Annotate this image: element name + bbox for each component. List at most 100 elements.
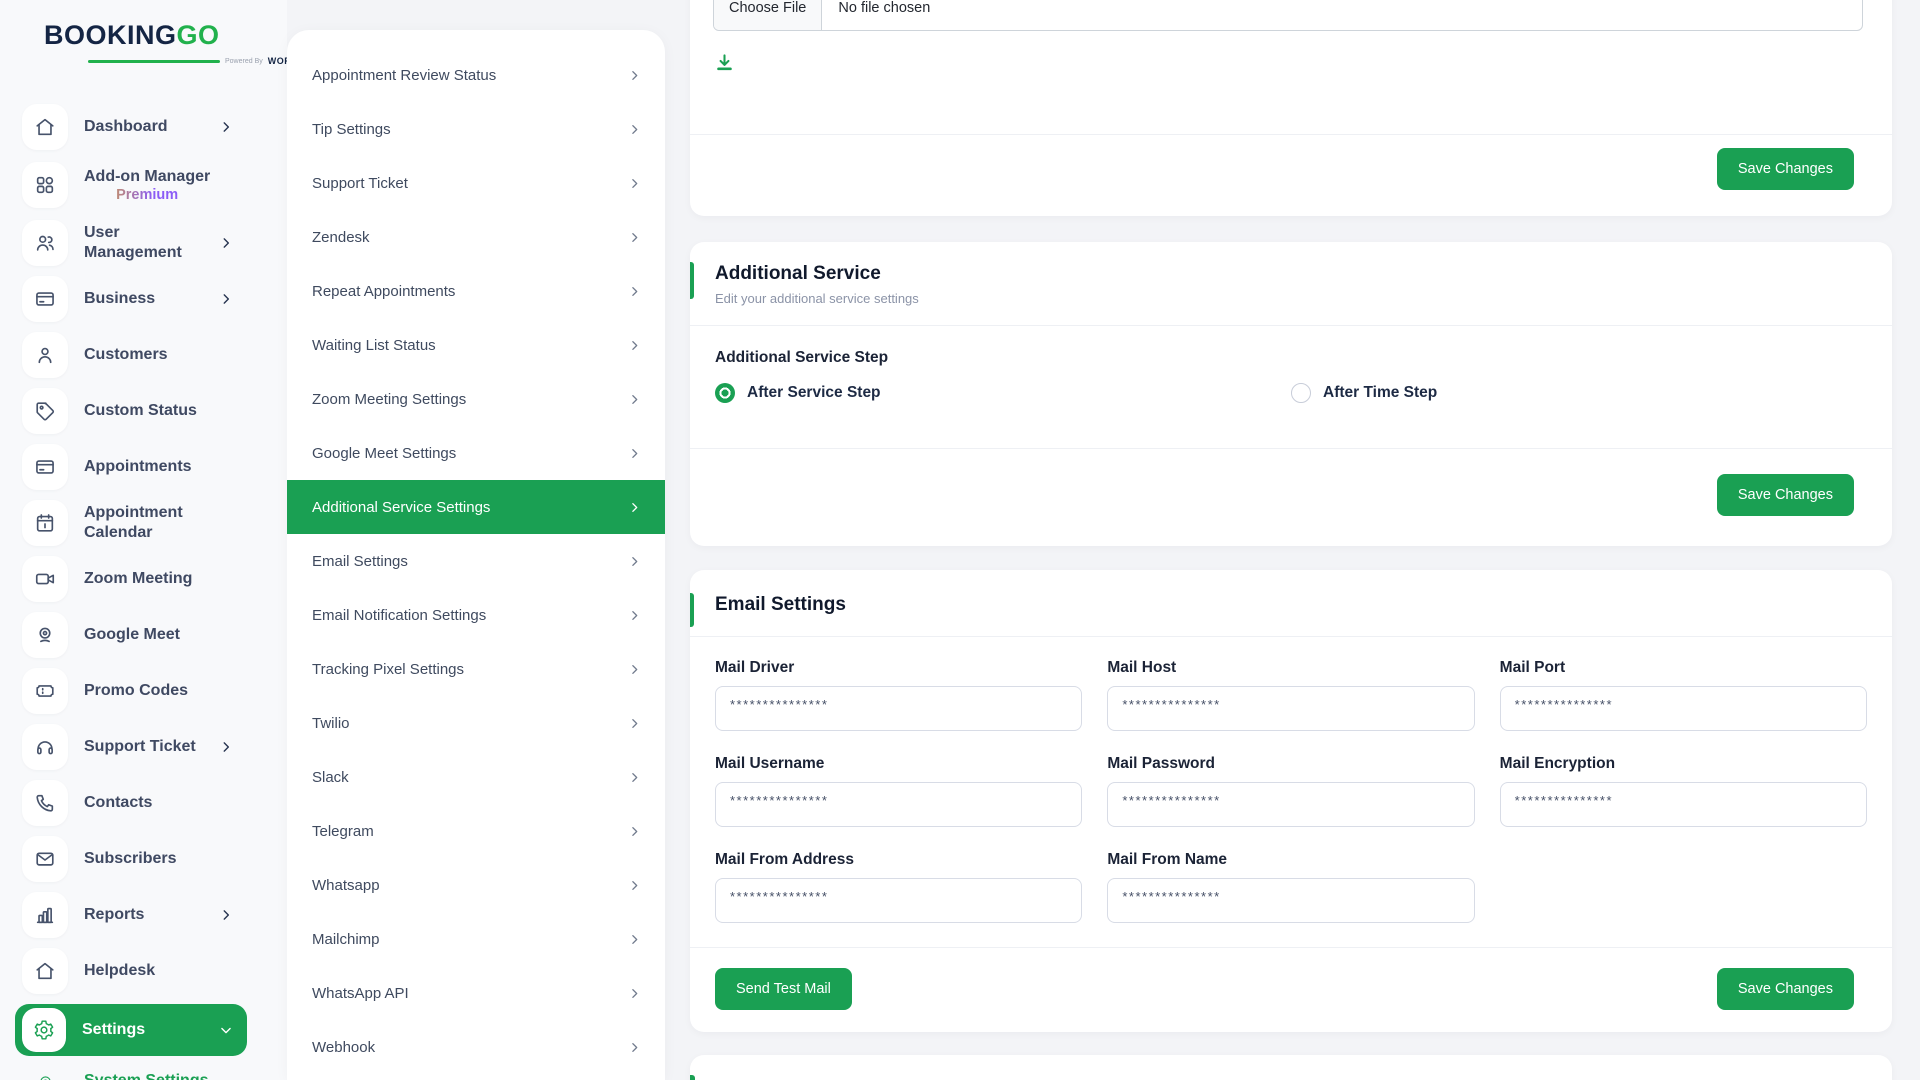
additional-service-body: Additional Service Step After Service St… bbox=[690, 326, 1892, 449]
submenu-item-twilio[interactable]: Twilio bbox=[287, 696, 665, 750]
save-changes-button[interactable]: Save Changes bbox=[1717, 968, 1854, 1010]
submenu-item-repeat-appointments[interactable]: Repeat Appointments bbox=[287, 264, 665, 318]
sidebar-item-label: Add-on Manager bbox=[84, 167, 210, 187]
submenu-item-whatsapp-api[interactable]: WhatsApp API bbox=[287, 966, 665, 1020]
mail-host-input[interactable] bbox=[1107, 686, 1474, 731]
mail-port-input[interactable] bbox=[1500, 686, 1867, 731]
brand-accent: GO bbox=[177, 20, 220, 50]
sidebar-item-system-settings[interactable]: System Settings bbox=[15, 1066, 247, 1080]
sidebar-item-texts: Add-on ManagerPremium bbox=[84, 167, 210, 203]
brand-logo: BOOKINGGO Powered By WORKDO bbox=[0, 0, 287, 66]
radio-selected-icon[interactable] bbox=[715, 383, 735, 403]
email-settings-header: Email Settings bbox=[690, 570, 1892, 637]
mail-encryption-input[interactable] bbox=[1500, 782, 1867, 827]
sidebar-item-support-ticket[interactable]: Support Ticket bbox=[15, 724, 247, 770]
field-mail-port: Mail Port bbox=[1500, 659, 1867, 731]
radio-after-service-step[interactable]: After Service Step bbox=[715, 383, 1291, 403]
submenu-item-whatsapp[interactable]: Whatsapp bbox=[287, 858, 665, 912]
sidebar-item-subscribers[interactable]: Subscribers bbox=[15, 836, 247, 882]
field-label: Mail Port bbox=[1500, 659, 1867, 677]
submenu-item-label: Email Notification Settings bbox=[312, 607, 486, 624]
submenu-item-webhook[interactable]: Webhook bbox=[287, 1020, 665, 1074]
sidebar-item-customers[interactable]: Customers bbox=[15, 332, 247, 378]
sidebar-item-settings[interactable]: Settings bbox=[15, 1004, 247, 1056]
chevron-right-icon bbox=[628, 609, 641, 622]
submenu-item-tracking-pixel-settings[interactable]: Tracking Pixel Settings bbox=[287, 642, 665, 696]
main-content: Choose File No file chosen Save Changes … bbox=[690, 0, 1892, 1080]
chevron-right-icon bbox=[628, 771, 641, 784]
save-changes-button[interactable]: Save Changes bbox=[1717, 148, 1854, 190]
sidebar-item-texts: Support Ticket bbox=[84, 737, 196, 757]
submenu-item-label: Additional Service Settings bbox=[312, 499, 490, 516]
sidebar-item-custom-status[interactable]: Custom Status bbox=[15, 388, 247, 434]
sidebar-item-appointments[interactable]: Appointments bbox=[15, 444, 247, 490]
mail-driver-input[interactable] bbox=[715, 686, 1082, 731]
sidebar-item-label: System Settings bbox=[84, 1071, 208, 1080]
sidebar-item-reports[interactable]: Reports bbox=[15, 892, 247, 938]
sidebar-item-business[interactable]: Business bbox=[15, 276, 247, 322]
submenu-item-google-meet-settings[interactable]: Google Meet Settings bbox=[287, 426, 665, 480]
submenu-item-support-ticket[interactable]: Support Ticket bbox=[287, 156, 665, 210]
field-mail-host: Mail Host bbox=[1107, 659, 1474, 731]
phone-icon bbox=[22, 780, 68, 826]
radio-unselected-icon[interactable] bbox=[1291, 383, 1311, 403]
sidebar-item-helpdesk[interactable]: Helpdesk bbox=[15, 948, 247, 994]
chevron-right-icon bbox=[628, 825, 641, 838]
submenu-item-tip-settings[interactable]: Tip Settings bbox=[287, 102, 665, 156]
submenu-item-telegram[interactable]: Telegram bbox=[287, 804, 665, 858]
sidebar-item-zoom-meeting[interactable]: Zoom Meeting bbox=[15, 556, 247, 602]
app-root: BOOKINGGO Powered By WORKDO Dashboard Add… bbox=[0, 0, 1920, 1080]
sidebar-item-user-management[interactable]: User Management bbox=[15, 220, 247, 266]
brand-primary: BOOKING bbox=[44, 20, 177, 50]
sidebar-item-promo-codes[interactable]: Promo Codes bbox=[15, 668, 247, 714]
sidebar-item-dashboard[interactable]: Dashboard bbox=[15, 104, 247, 150]
submenu-item-waiting-list-status[interactable]: Waiting List Status bbox=[287, 318, 665, 372]
sidebar-item-add-on-manager[interactable]: Add-on ManagerPremium bbox=[15, 160, 247, 210]
save-changes-button[interactable]: Save Changes bbox=[1717, 474, 1854, 516]
email-settings-footer: Send Test Mail Save Changes bbox=[690, 948, 1892, 1034]
field-mail-encryption: Mail Encryption bbox=[1500, 755, 1867, 827]
submenu-item-zendesk[interactable]: Zendesk bbox=[287, 210, 665, 264]
sidebar-item-appointment-calendar[interactable]: Appointment Calendar bbox=[15, 500, 247, 546]
send-test-mail-button[interactable]: Send Test Mail bbox=[715, 968, 852, 1010]
mail-from-address-input[interactable] bbox=[715, 878, 1082, 923]
gear-icon bbox=[22, 1008, 66, 1052]
sidebar-item-texts: Subscribers bbox=[84, 849, 176, 869]
sidebar-item-texts: System Settings bbox=[68, 1071, 208, 1080]
sidebar-item-label: Custom Status bbox=[84, 401, 197, 421]
submenu-item-appointment-review-status[interactable]: Appointment Review Status bbox=[287, 48, 665, 102]
radio-label: After Time Step bbox=[1323, 384, 1437, 402]
mail-icon bbox=[22, 836, 68, 882]
field-label: Mail Driver bbox=[715, 659, 1082, 677]
file-input[interactable]: Choose File No file chosen bbox=[713, 0, 1863, 31]
submenu-item-zapier[interactable]: Zapier bbox=[287, 1074, 665, 1080]
submenu-item-label: Zendesk bbox=[312, 229, 370, 246]
mail-from-name-input[interactable] bbox=[1107, 878, 1474, 923]
submenu-item-slack[interactable]: Slack bbox=[287, 750, 665, 804]
choose-file-button[interactable]: Choose File bbox=[714, 0, 822, 30]
next-section-card bbox=[690, 1055, 1892, 1080]
sidebar-item-texts: Reports bbox=[84, 905, 144, 925]
chevron-right-icon bbox=[628, 123, 641, 136]
sidebar-item-google-meet[interactable]: Google Meet bbox=[15, 612, 247, 658]
submenu-item-label: WhatsApp API bbox=[312, 985, 409, 1002]
additional-service-footer: Save Changes bbox=[690, 449, 1892, 516]
download-icon[interactable] bbox=[715, 53, 1892, 73]
mail-username-input[interactable] bbox=[715, 782, 1082, 827]
submenu-item-mailchimp[interactable]: Mailchimp bbox=[287, 912, 665, 966]
submenu-item-email-settings[interactable]: Email Settings bbox=[287, 534, 665, 588]
radio-after-time-step[interactable]: After Time Step bbox=[1291, 383, 1867, 403]
sidebar-item-label: User Management bbox=[84, 223, 219, 263]
submenu-item-additional-service-settings[interactable]: Additional Service Settings bbox=[287, 480, 665, 534]
submenu-item-email-notification-settings[interactable]: Email Notification Settings bbox=[287, 588, 665, 642]
submenu-item-label: Email Settings bbox=[312, 553, 408, 570]
field-mail-username: Mail Username bbox=[715, 755, 1082, 827]
ticket-icon bbox=[22, 668, 68, 714]
sidebar-item-contacts[interactable]: Contacts bbox=[15, 780, 247, 826]
sidebar-item-label: Zoom Meeting bbox=[84, 569, 192, 589]
field-mail-from-address: Mail From Address bbox=[715, 851, 1082, 923]
submenu-item-zoom-meeting-settings[interactable]: Zoom Meeting Settings bbox=[287, 372, 665, 426]
submenu-item-label: Mailchimp bbox=[312, 931, 380, 948]
mail-password-input[interactable] bbox=[1107, 782, 1474, 827]
submenu-item-label: Tip Settings bbox=[312, 121, 391, 138]
